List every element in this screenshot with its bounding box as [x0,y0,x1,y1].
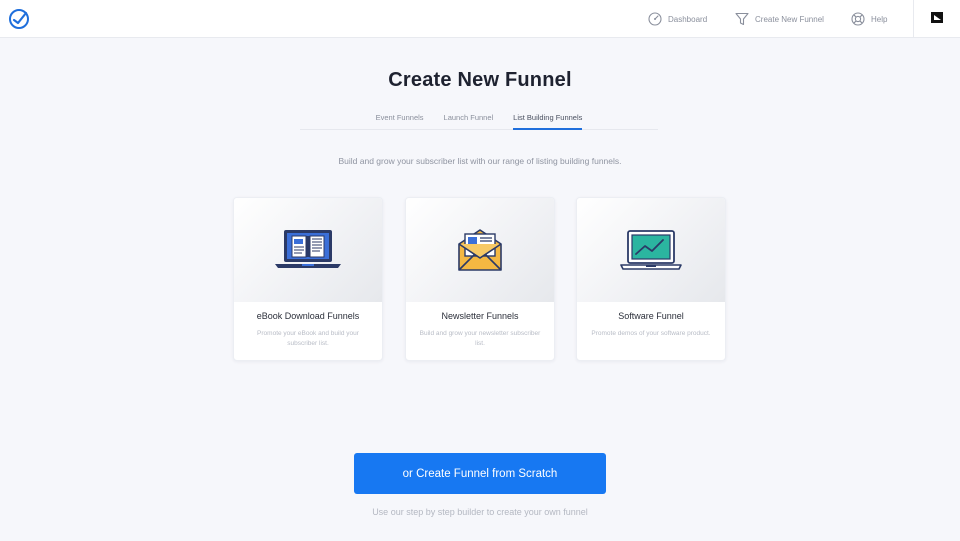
logo-icon[interactable] [8,8,30,30]
card-image [234,198,382,302]
tab-list-building-funnels[interactable]: List Building Funnels [513,110,583,130]
page-title: Create New Funnel [388,69,572,91]
nav-create-new-funnel[interactable]: Create New Funnel [735,0,824,38]
user-avatar-icon[interactable] [931,12,943,23]
newsletter-envelope-icon [458,229,502,271]
card-description: Build and grow your newsletter subscribe… [419,330,541,347]
tab-launch-funnel[interactable]: Launch Funnel [444,110,494,130]
nav-dashboard-label: Dashboard [668,14,708,24]
page-subtitle: Build and grow your subscriber list with… [338,156,622,166]
funnel-card-software[interactable]: Software Funnel Promote demos of your so… [576,197,726,361]
tab-event-funnels[interactable]: Event Funnels [376,110,424,130]
card-description: Promote your eBook and build your subscr… [257,330,359,347]
card-description: Promote demos of your software product. [591,330,711,337]
top-navigation-bar: Dashboard Create New Funnel Help [0,0,960,38]
funnel-card-ebook[interactable]: eBook Download Funnels Promote your eBoo… [233,197,383,361]
card-image [406,198,554,302]
create-from-scratch-button[interactable]: or Create Funnel from Scratch [354,453,606,494]
ebook-laptop-icon [275,230,341,268]
lifebuoy-icon [851,12,865,26]
funnel-category-tabs: Event Funnels Launch Funnel List Buildin… [300,110,658,130]
nav-create-label: Create New Funnel [755,14,824,24]
funnel-icon [735,12,749,26]
nav-help-label: Help [871,14,888,24]
card-image [577,198,725,302]
nav-dashboard[interactable]: Dashboard [648,0,707,38]
card-title: eBook Download Funnels [256,311,360,321]
funnel-card-newsletter[interactable]: Newsletter Funnels Build and grow your n… [405,197,555,361]
card-title: Newsletter Funnels [441,311,519,321]
software-laptop-chart-icon [620,230,682,270]
scratch-helper-text: Use our step by step builder to create y… [372,507,588,517]
topbar-divider [913,0,914,38]
card-title: Software Funnel [618,311,684,321]
dashboard-gauge-icon [648,12,662,26]
nav-help[interactable]: Help [851,0,887,38]
